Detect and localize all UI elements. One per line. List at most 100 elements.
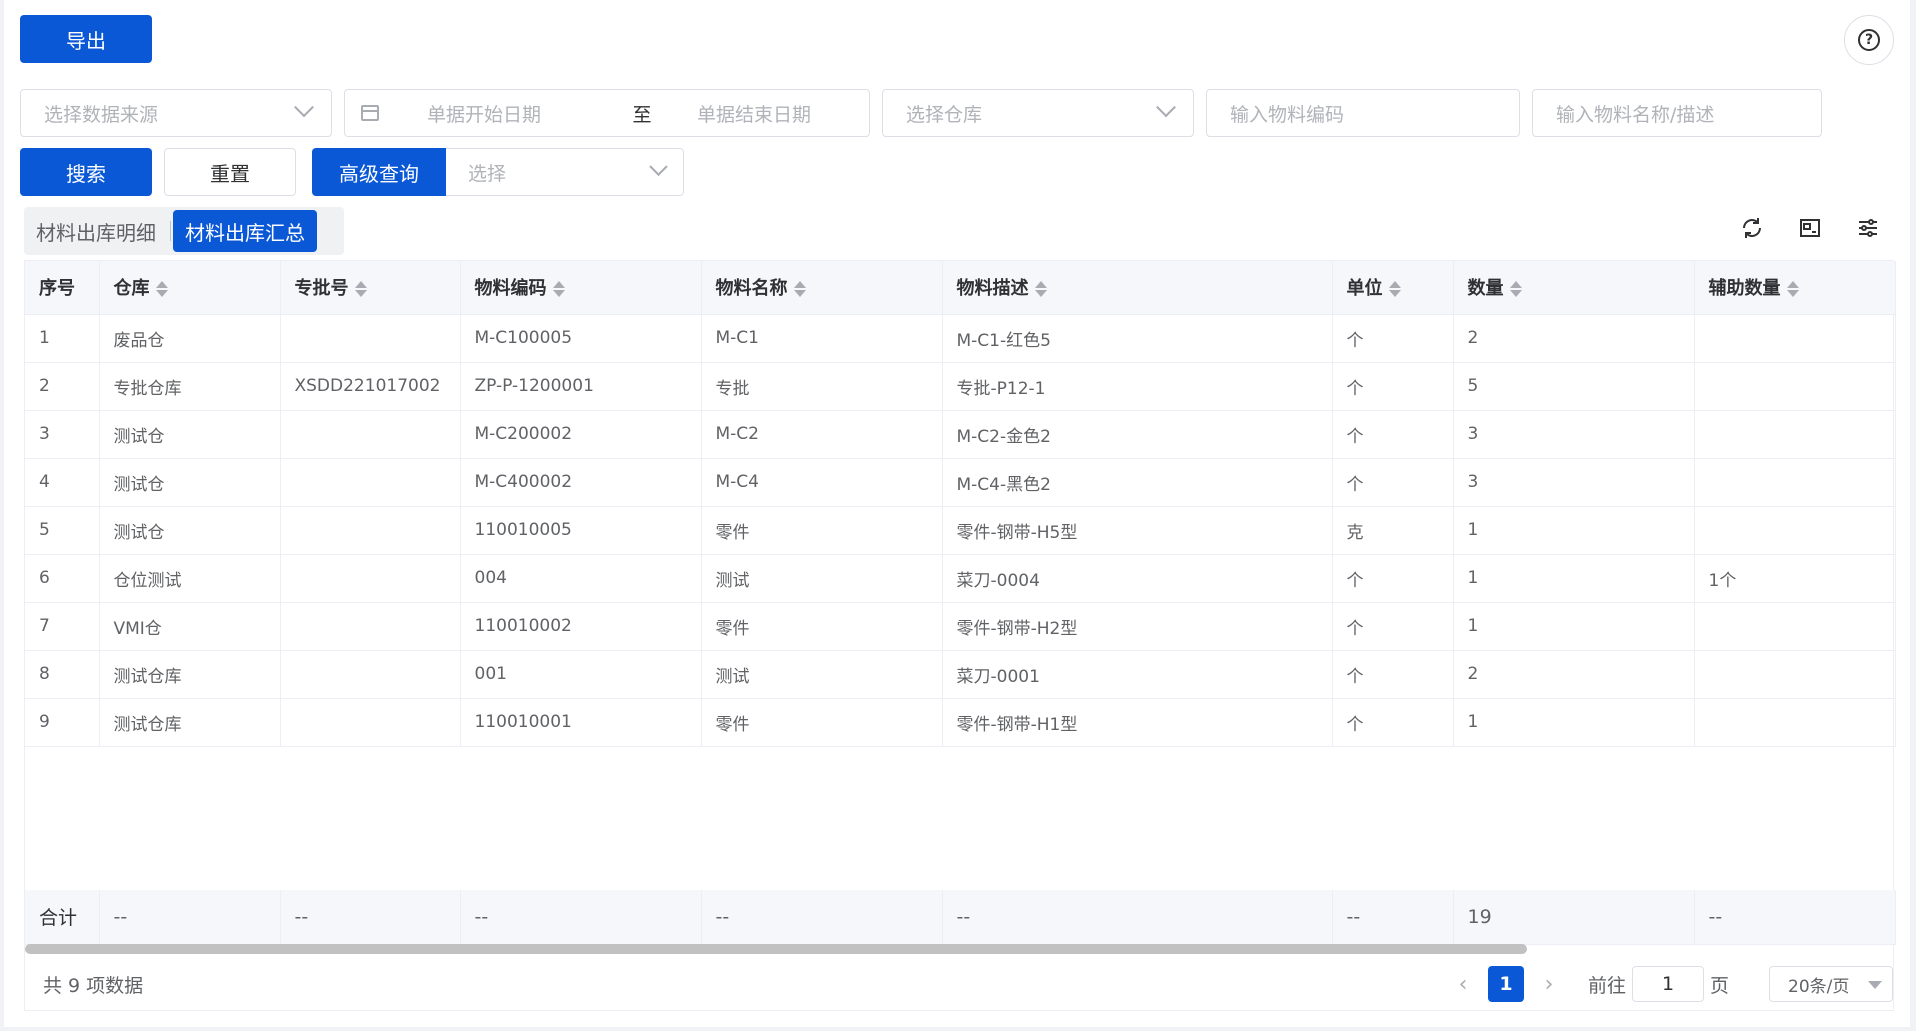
table-header-row: 序号 仓库 专批号 物料编码 物料名称 物料描述 单位 数量 辅助数量 (25, 261, 1896, 315)
table-cell (1694, 650, 1896, 699)
help-button[interactable]: ? (1844, 15, 1894, 65)
col-header-material-name[interactable]: 物料名称 (701, 261, 943, 315)
page-suffix: 页 (1709, 974, 1729, 997)
data-source-select[interactable]: 选择数据来源 (20, 89, 332, 137)
table-cell: 个 (1332, 602, 1454, 651)
prev-page-icon[interactable]: ‹ (1448, 969, 1478, 999)
reset-button[interactable]: 重置 (164, 148, 296, 196)
table-row[interactable]: 9 测试仓库 110010001 零件 零件-钢带-H1型个 1 (25, 698, 1896, 747)
col-header-unit[interactable]: 单位 (1332, 261, 1454, 315)
table-cell: 110010001 (460, 698, 702, 747)
chevron-down-icon (649, 157, 668, 176)
summary-cell: 19 (1453, 890, 1695, 945)
sort-icon[interactable] (155, 280, 168, 298)
table-cell: 1 (1453, 554, 1695, 603)
table-cell: 3 (1453, 410, 1695, 459)
tab-outbound-summary[interactable]: 材料出库汇总 (173, 210, 317, 252)
summary-cell: 合计 (25, 890, 100, 945)
table-cell: 克 (1332, 506, 1454, 555)
table-cell: 专批-P12-1 (942, 362, 1333, 411)
table-cell (1694, 410, 1896, 459)
page: 导出 ? 选择数据来源 单据开始日期 至 单据结束日期 选择仓库 输入物料编码 … (0, 0, 1916, 1031)
advanced-query-group: 高级查询 选择 (312, 148, 684, 196)
sort-icon[interactable] (1388, 280, 1401, 298)
table-cell: 零件 (701, 602, 943, 651)
table-cell: 2 (1453, 314, 1695, 363)
table-cell: 3 (25, 410, 100, 459)
advanced-query-select[interactable]: 选择 (446, 148, 684, 196)
date-end-input[interactable]: 单据结束日期 (697, 100, 811, 127)
table-cell: 8 (25, 650, 100, 699)
advanced-query-button[interactable]: 高级查询 (312, 148, 446, 196)
col-header-material-desc[interactable]: 物料描述 (942, 261, 1333, 315)
table-cell: 测试仓库 (99, 650, 281, 699)
page-number-current[interactable]: 1 (1487, 966, 1524, 1002)
material-name-input[interactable]: 输入物料名称/描述 (1532, 89, 1822, 137)
table-cell: 测试仓 (99, 410, 281, 459)
sort-icon[interactable] (793, 280, 806, 298)
table-cell: 零件-钢带-H5型 (942, 506, 1333, 555)
table-cell: 110010005 (460, 506, 702, 555)
refresh-icon[interactable] (1736, 210, 1768, 246)
col-header-warehouse[interactable]: 仓库 (99, 261, 281, 315)
material-name-placeholder: 输入物料名称/描述 (1556, 103, 1715, 126)
date-start-input[interactable]: 单据开始日期 (427, 100, 607, 127)
table-row[interactable]: 3 测试仓 M-C200002 M-C2 M-C2-金色2 个 3 (25, 410, 1896, 459)
table-row[interactable]: 1 废品仓 M-C100005 M-C1 M-C1-红色5 个 2 (25, 314, 1896, 363)
table-cell: VMI仓 (99, 602, 281, 651)
table-row[interactable]: 6 仓位测试 004 测试 菜刀-0004 个 1 1个 (25, 554, 1896, 603)
table-cell: M-C200002 (460, 410, 702, 459)
warehouse-select[interactable]: 选择仓库 (882, 89, 1194, 137)
table-cell: 7 (25, 602, 100, 651)
table-cell (1694, 506, 1896, 555)
table-cell: 测试仓库 (99, 698, 281, 747)
column-settings-icon[interactable] (1852, 210, 1884, 246)
col-header-quantity[interactable]: 数量 (1453, 261, 1695, 315)
density-icon[interactable] (1794, 210, 1826, 246)
view-tabs: 材料出库明细 材料出库汇总 (24, 207, 344, 255)
table-cell: 零件 (701, 698, 943, 747)
page-size-select[interactable]: 20条/页 (1769, 966, 1893, 1002)
table-row[interactable]: 8 测试仓库 001 测试 菜刀-0001 个 2 (25, 650, 1896, 699)
material-code-input[interactable]: 输入物料编码 (1206, 89, 1520, 137)
date-range-picker[interactable]: 单据开始日期 至 单据结束日期 (344, 89, 870, 137)
table-cell (1694, 458, 1896, 507)
table-cell: 9 (25, 698, 100, 747)
sort-icon[interactable] (1786, 280, 1799, 298)
export-button[interactable]: 导出 (20, 15, 152, 63)
table-cell: M-C100005 (460, 314, 702, 363)
horizontal-scrollbar[interactable] (25, 944, 1527, 954)
table-cell: 个 (1332, 650, 1454, 699)
tab-outbound-detail[interactable]: 材料出库明细 (24, 210, 168, 252)
table-row[interactable]: 5 测试仓 110010005 零件 零件-钢带-H5型克 1 (25, 506, 1896, 555)
sort-icon[interactable] (354, 280, 367, 298)
page-size-value: 20条/页 (1788, 976, 1850, 997)
table-cell: 3 (1453, 458, 1695, 507)
table-cell (1694, 698, 1896, 747)
table-footer: 共 9 项数据 ‹ 1 › 前往 1 页 20条/页 (25, 957, 1893, 1011)
table-tools (1736, 210, 1884, 246)
goto-page-input[interactable]: 1 (1631, 966, 1704, 1002)
table-row[interactable]: 4 测试仓 M-C400002 M-C4 M-C4-黑色2 个 3 (25, 458, 1896, 507)
chevron-down-icon (1156, 97, 1176, 118)
table-cell: M-C1 (701, 314, 943, 363)
search-button[interactable]: 搜索 (20, 148, 152, 196)
col-header-material-code[interactable]: 物料编码 (460, 261, 702, 315)
table-cell: 1 (1453, 698, 1695, 747)
table-cell: 5 (25, 506, 100, 555)
table-cell: 1个 (1694, 554, 1896, 603)
col-header-aux-quantity[interactable]: 辅助数量 (1694, 261, 1896, 315)
sort-icon[interactable] (552, 280, 565, 298)
table-row[interactable]: 7 VMI仓 110010002 零件 零件-钢带-H2型个 1 (25, 602, 1896, 651)
table-cell: 个 (1332, 362, 1454, 411)
sort-icon[interactable] (1034, 280, 1047, 298)
table-cell: 测试 (701, 650, 943, 699)
table-cell (280, 314, 461, 363)
sort-icon[interactable] (1509, 280, 1522, 298)
table-cell: 004 (460, 554, 702, 603)
tab-divider (170, 221, 171, 241)
col-header-batch-no[interactable]: 专批号 (280, 261, 461, 315)
table-row[interactable]: 2 专批仓库 XSDD221017002 ZP-P-1200001 专批 专批-P12-1… (25, 362, 1896, 411)
next-page-icon[interactable]: › (1534, 969, 1564, 999)
table-cell: 2 (1453, 650, 1695, 699)
